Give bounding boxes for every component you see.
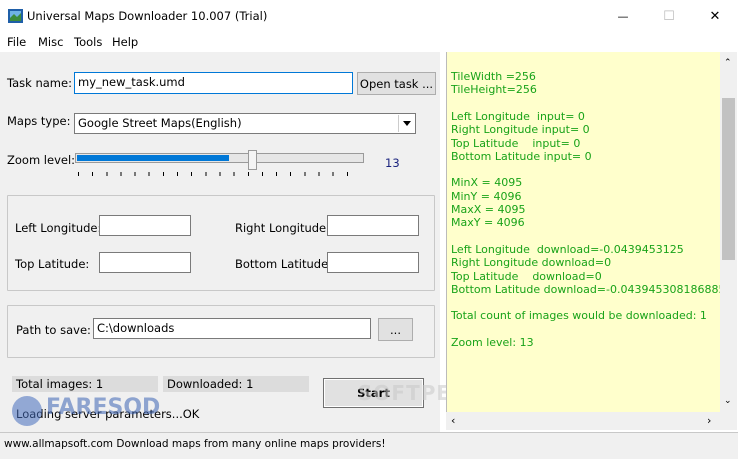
chevron-down-icon[interactable] bbox=[398, 115, 415, 132]
task-name-label: Task name: bbox=[7, 76, 72, 90]
total-images-text: Total images: 1 bbox=[16, 377, 104, 391]
output-line: Bottom Latitude input= 0 bbox=[451, 149, 592, 163]
coordinates-group bbox=[7, 195, 435, 291]
maps-type-label: Maps type: bbox=[7, 114, 71, 128]
output-line: Bottom Latitude download=-0.043945308186… bbox=[451, 282, 721, 296]
output-line: MinY = 4096 bbox=[451, 189, 522, 203]
output-line: MaxY = 4096 bbox=[451, 216, 525, 230]
close-button[interactable]: ✕ bbox=[692, 0, 738, 32]
output-line: Right Longitude download=0 bbox=[451, 256, 612, 270]
maximize-icon: ☐ bbox=[663, 8, 675, 24]
output-line: Total count of images would be downloade… bbox=[451, 309, 707, 323]
scroll-left-icon[interactable]: ‹ bbox=[451, 414, 455, 427]
window-title: Universal Maps Downloader 10.007 (Trial) bbox=[27, 9, 268, 23]
scroll-up-icon[interactable]: ⌃ bbox=[724, 58, 732, 68]
output-line: MaxX = 4095 bbox=[451, 203, 526, 216]
minimize-icon: — bbox=[617, 9, 629, 23]
output-horizontal-scrollbar[interactable]: ‹ › bbox=[446, 412, 720, 430]
zoom-slider-track[interactable] bbox=[75, 153, 364, 163]
vertical-scroll-thumb[interactable] bbox=[722, 98, 735, 260]
open-task-button[interactable]: Open task ... bbox=[357, 72, 436, 95]
output-line: Top Latitude input= 0 bbox=[451, 136, 581, 150]
output-line: TileWidth =256 bbox=[451, 70, 536, 83]
scrollbar-corner bbox=[720, 412, 737, 430]
task-name-input[interactable]: my_new_task.umd bbox=[74, 72, 353, 94]
bottom-latitude-label: Bottom Latitude: bbox=[235, 257, 333, 271]
watermark-logo bbox=[12, 396, 42, 426]
output-log[interactable]: TileWidth =256 TileHeight=256 Left Longitu… bbox=[446, 52, 721, 412]
maps-type-select[interactable]: Google Street Maps(English) bbox=[74, 113, 416, 134]
output-line: Zoom level: 13 bbox=[451, 336, 534, 349]
zoom-slider-thumb[interactable] bbox=[248, 150, 257, 170]
app-icon bbox=[8, 9, 23, 23]
menu-file[interactable]: File bbox=[7, 35, 26, 49]
title-bar[interactable]: Universal Maps Downloader 10.007 (Trial)… bbox=[0, 0, 738, 32]
output-line: TileHeight=256 bbox=[451, 83, 537, 97]
output-vertical-scrollbar[interactable]: ⌃ ⌄ bbox=[720, 52, 737, 412]
right-longitude-input[interactable] bbox=[327, 215, 419, 236]
browse-button[interactable]: ... bbox=[378, 318, 413, 341]
settings-panel: Task name: my_new_task.umd Open task ...… bbox=[0, 52, 440, 432]
output-line: MinX = 4095 bbox=[451, 176, 523, 190]
output-line: Left Longitude input= 0 bbox=[451, 109, 585, 123]
close-icon: ✕ bbox=[709, 8, 721, 24]
menu-misc[interactable]: Misc bbox=[38, 35, 63, 49]
menu-bar: File Misc Tools Help bbox=[0, 32, 738, 52]
downloaded-text: Downloaded: 1 bbox=[167, 377, 254, 391]
menu-tools[interactable]: Tools bbox=[74, 35, 102, 49]
bottom-latitude-input[interactable] bbox=[327, 252, 419, 273]
top-latitude-label: Top Latitude: bbox=[15, 257, 90, 271]
zoom-slider-ticks bbox=[78, 172, 361, 176]
status-bar: www.allmapsoft.com Download maps from ma… bbox=[0, 432, 738, 459]
top-latitude-input[interactable] bbox=[99, 252, 191, 273]
output-line: Right Longitude input= 0 bbox=[451, 123, 590, 137]
minimize-button[interactable]: — bbox=[600, 0, 646, 32]
menu-help[interactable]: Help bbox=[112, 35, 138, 49]
total-images-box: Total images: 1 bbox=[12, 376, 158, 392]
right-longitude-label: Right Longitude: bbox=[235, 221, 331, 235]
status-bar-text: www.allmapsoft.com Download maps from ma… bbox=[4, 438, 386, 450]
maps-type-value: Google Street Maps(English) bbox=[78, 116, 242, 130]
output-line: Left Longitude download=-0.0439453125 bbox=[451, 242, 684, 256]
left-longitude-label: Left Longitude: bbox=[15, 221, 102, 235]
zoom-level-label: Zoom level: bbox=[7, 153, 76, 167]
maximize-button[interactable]: ☐ bbox=[646, 0, 692, 32]
path-to-save-input[interactable]: C:\downloads bbox=[93, 318, 371, 339]
watermark-brand: FARESOD bbox=[46, 395, 161, 420]
left-longitude-input[interactable] bbox=[99, 215, 191, 236]
downloaded-box: Downloaded: 1 bbox=[163, 376, 309, 392]
scroll-down-icon[interactable]: ⌄ bbox=[724, 396, 732, 406]
path-to-save-label: Path to save: bbox=[16, 323, 91, 337]
zoom-slider-fill bbox=[77, 155, 229, 161]
scroll-right-icon[interactable]: › bbox=[707, 414, 711, 427]
output-line: Top Latitude download=0 bbox=[451, 269, 602, 283]
zoom-level-value: 13 bbox=[385, 156, 400, 170]
